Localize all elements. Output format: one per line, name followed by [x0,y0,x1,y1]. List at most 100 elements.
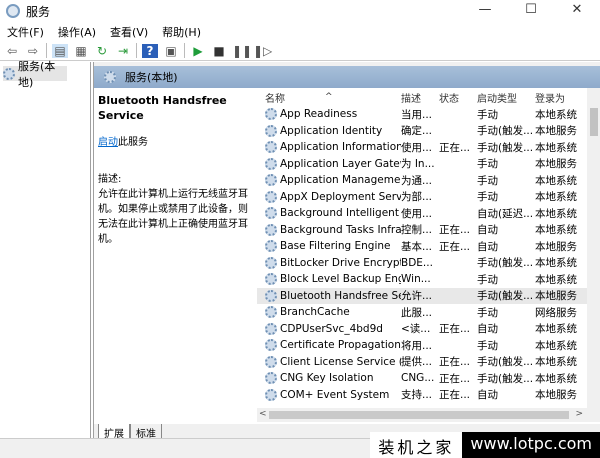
watermark-cn: 装机之家 [370,432,463,458]
cell-log-on-as: 网络服务 [535,306,577,319]
table-row[interactable]: CNG Key Isolation CNG... 正在... 手动(触发... 本地系统 [257,370,600,387]
cell-description: 使用... [401,207,433,220]
table-row[interactable]: Base Filtering Engine 基本... 正在... 自动 本地服务 [257,238,600,255]
help-icon[interactable]: ? [142,43,158,58]
cell-startup-type: 手动 [477,273,498,286]
table-row[interactable]: CDPUserSvc_4bd9d <读... 正在... 自动 本地系统 [257,321,600,338]
cell-description: 允许... [401,290,433,303]
menu-action[interactable]: 操作(A) [51,24,103,40]
menu-bar: 文件(F) 操作(A) 查看(V) 帮助(H) [0,22,600,41]
cell-description: 基本... [401,240,433,253]
stop-service-icon[interactable]: ■ [211,44,227,58]
cell-status: 正在... [439,372,471,385]
table-row[interactable]: COM+ Event System 支持... 正在... 自动 本地服务 [257,387,600,404]
scroll-thumb[interactable] [590,108,598,136]
tree-node-services-local[interactable]: 服务(本地) [3,60,67,89]
cell-description: 使用... [401,141,433,154]
minimize-button[interactable]: — [462,0,508,22]
column-description[interactable]: 描述 [401,90,439,105]
service-name: CNG Key Isolation [280,372,374,385]
service-name: Base Filtering Engine [280,240,391,253]
service-name: Application Information [280,141,401,154]
show-hide-tree-icon[interactable]: ▤ [52,43,68,58]
cell-description: <读... [401,323,431,336]
horizontal-scrollbar[interactable]: < > [257,408,600,422]
service-gear-icon [265,207,277,220]
cell-log-on-as: 本地系统 [535,372,577,385]
table-row[interactable]: Bluetooth Handsfree Ser...允许... 手动(触发...本… [257,287,600,304]
cell-description: 此服... [401,306,433,319]
service-gear-icon [265,223,277,236]
cell-description: CNG... [401,372,435,385]
cell-startup-type: 自动 [477,240,498,253]
column-startup-type[interactable]: 启动类型 [477,90,535,105]
service-name: BitLocker Drive Encryptio... [280,256,401,269]
service-name: Bluetooth Handsfree Ser... [280,289,401,302]
cell-name: Application Identity [257,124,401,137]
close-button[interactable]: ✕ [554,0,600,22]
pane-header: 服务(本地) [94,66,600,88]
properties-icon[interactable]: ▦ [73,44,89,58]
start-service-link[interactable]: 启动 [98,137,118,148]
table-row[interactable]: Application Information 使用... 正在... 手动(触发..… [257,139,600,156]
cell-log-on-as: 本地服务 [535,158,577,171]
service-name: Block Level Backup Engi... [280,273,401,286]
back-icon[interactable]: ⇦ [4,44,20,58]
table-row[interactable]: App Readiness 当用... 手动 本地系统 [257,106,600,123]
table-row[interactable]: Client License Service (Cli...提供... 正在...… [257,354,600,371]
services-gear-icon [6,4,20,18]
service-name: Background Intelligent T... [280,207,401,220]
table-row[interactable]: Application Management 为通... 手动 本地系统 [257,172,600,189]
table-row[interactable]: Block Level Backup Engi...Win... 手动 本地系统 [257,271,600,288]
service-gear-icon [265,124,277,137]
table-row[interactable]: Certificate Propagation 将用... 手动 本地系统 [257,337,600,354]
cell-log-on-as: 本地系统 [535,108,577,121]
pause-service-icon[interactable]: ❚❚ [232,44,252,58]
toolbar-separator [46,43,47,58]
vertical-scrollbar[interactable] [587,88,600,408]
refresh-icon[interactable]: ↻ [94,44,110,58]
cell-description: Win... [401,273,431,286]
column-name[interactable]: 名称 ^ [257,90,401,105]
table-row[interactable]: Application Layer Gatewa...为 In... 手动 本地服务 [257,156,600,173]
cell-log-on-as: 本地系统 [535,273,577,286]
service-name: BranchCache [280,306,350,319]
cell-name: CDPUserSvc_4bd9d [257,322,401,335]
maximize-button[interactable]: ☐ [508,0,554,22]
start-service-icon[interactable]: ▶ [190,44,206,58]
services-pane: 服务(本地) Bluetooth Handsfree Service 启动此服务… [93,62,600,442]
cell-log-on-as: 本地系统 [535,224,577,237]
menu-file[interactable]: 文件(F) [0,24,51,40]
cell-name: Bluetooth Handsfree Ser... [257,289,401,302]
list-header: 名称 ^ 描述 状态 启动类型 登录为 [257,88,600,106]
cell-description: 当用... [401,108,433,121]
description-text: 允许在此计算机上运行无线蓝牙耳机。如果停止或禁用了此设备，则无法在此计算机上正确… [98,189,248,245]
scroll-thumb[interactable] [269,411,569,419]
menu-view[interactable]: 查看(V) [103,24,155,40]
cell-name: Application Information [257,141,401,154]
column-log-on-as[interactable]: 登录为 [535,90,585,105]
restart-service-icon[interactable]: ❚▷ [253,44,272,58]
table-row[interactable]: BranchCache 此服... 手动 网络服务 [257,304,600,321]
cell-startup-type: 手动(触发... [477,125,534,138]
cell-startup-type: 手动(触发... [477,141,534,154]
table-row[interactable]: Application Identity 确定... 手动(触发... 本地服务 [257,123,600,140]
column-status[interactable]: 状态 [439,90,477,105]
cell-name: Application Management [257,174,401,187]
table-row[interactable]: Background Tasks Infras...控制... 正在... 自动 本地… [257,222,600,239]
console-icon[interactable]: ▣ [163,44,179,58]
cell-log-on-as: 本地系统 [535,356,577,369]
export-list-icon[interactable]: ⇥ [115,44,131,58]
forward-icon[interactable]: ⇨ [25,44,41,58]
cell-log-on-as: 本地系统 [535,207,577,220]
cell-log-on-as: 本地系统 [535,141,577,154]
service-name: COM+ Event System [280,388,390,401]
table-row[interactable]: AppX Deployment Servic...为部... 手动 本地系统 [257,189,600,206]
toolbar: ⇦ ⇨ ▤ ▦ ↻ ⇥ ? ▣ ▶ ■ ❚❚ ❚▷ [0,41,600,61]
cell-description: 控制... [401,224,433,237]
table-row[interactable]: Background Intelligent T...使用... 自动(延迟...… [257,205,600,222]
table-row[interactable]: BitLocker Drive Encryptio...BDE... 手动(触发.… [257,255,600,272]
service-gear-icon [265,190,277,203]
menu-help[interactable]: 帮助(H) [155,24,208,40]
cell-startup-type: 手动 [477,339,498,352]
